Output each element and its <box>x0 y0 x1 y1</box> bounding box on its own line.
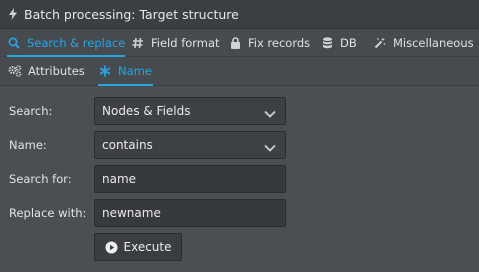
tab-label: Fix records <box>248 35 311 50</box>
tab-miscellaneous[interactable]: Miscellaneous <box>373 29 474 56</box>
chevron-down-icon <box>264 107 276 118</box>
subtab-name[interactable]: Name <box>98 57 153 86</box>
database-icon <box>320 36 334 50</box>
subtab-label: Attributes <box>28 64 85 78</box>
tab-fix-records[interactable]: Fix records <box>228 29 310 56</box>
search-for-label: Search for: <box>9 172 72 186</box>
name-label: Name: <box>9 138 47 152</box>
execute-label: Execute <box>123 240 172 254</box>
bolt-icon <box>8 8 20 20</box>
sub-tab-bar: Attributes Name <box>0 57 479 86</box>
search-row: Search: Nodes & Fields <box>0 97 479 125</box>
subtab-attributes[interactable]: Attributes <box>8 57 85 85</box>
asterisk-icon <box>98 64 112 78</box>
hash-icon <box>131 36 145 50</box>
lock-icon <box>228 36 242 50</box>
tab-field-format[interactable]: Field format <box>131 29 220 56</box>
tab-label: Miscellaneous <box>393 35 474 50</box>
search-select[interactable]: Nodes & Fields <box>94 97 286 125</box>
tab-search-replace[interactable]: Search & replace <box>7 29 126 57</box>
name-select-value: contains <box>102 138 153 152</box>
tab-label: Search & replace <box>27 35 126 50</box>
tab-db[interactable]: DB <box>320 29 357 56</box>
main-tab-bar: Search & replace Field format Fix record… <box>0 29 479 57</box>
play-circle-icon <box>105 241 118 254</box>
replace-with-input[interactable]: newname <box>94 199 286 227</box>
search-label: Search: <box>9 104 53 118</box>
window-titlebar: Batch processing: Target structure <box>0 0 479 29</box>
search-select-value: Nodes & Fields <box>102 104 191 118</box>
replace-with-label: Replace with: <box>9 206 87 220</box>
replace-with-row: Replace with: newname <box>0 199 479 227</box>
search-for-input[interactable]: name <box>94 165 286 193</box>
window-title: Batch processing: Target structure <box>24 6 239 22</box>
search-icon <box>7 36 21 50</box>
replace-with-value: newname <box>102 206 161 220</box>
search-for-row: Search for: name <box>0 165 479 193</box>
subtab-label: Name <box>118 64 152 78</box>
gears-icon <box>8 64 22 78</box>
search-for-value: name <box>102 172 137 186</box>
name-select[interactable]: contains <box>94 131 286 159</box>
chevron-down-icon <box>264 141 276 152</box>
tab-label: Field format <box>151 35 220 50</box>
tab-label: DB <box>340 35 357 50</box>
execute-button[interactable]: Execute <box>94 233 182 261</box>
name-row: Name: contains <box>0 131 479 159</box>
magic-wand-icon <box>373 36 387 50</box>
